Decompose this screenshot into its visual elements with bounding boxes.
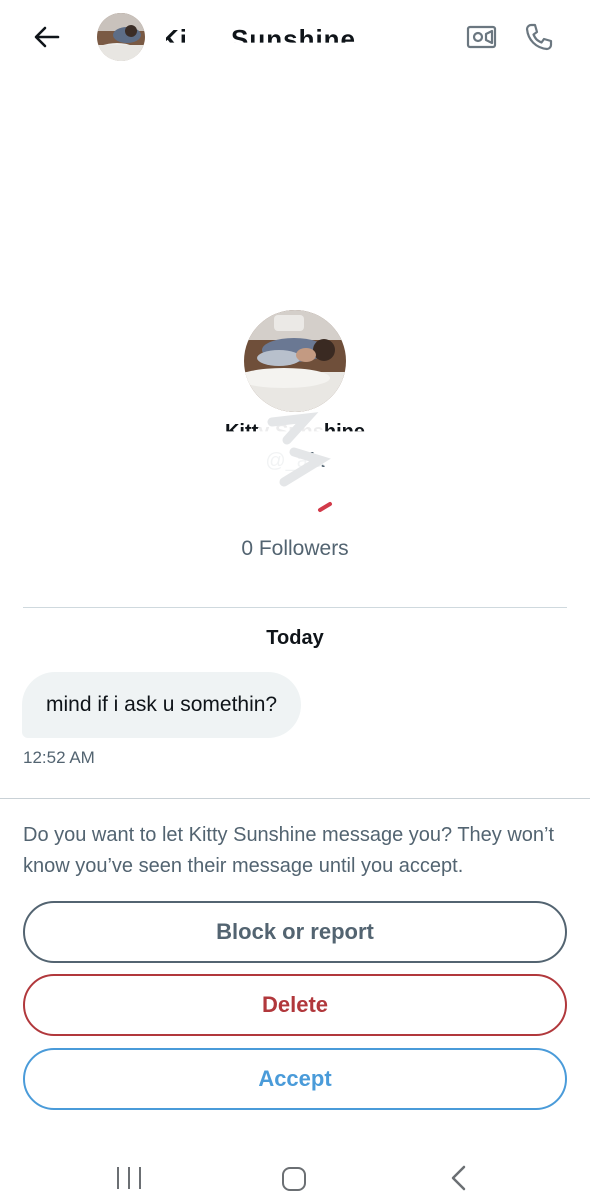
top-bar: Kitty Sunshine (0, 0, 590, 78)
avatar-photo (97, 13, 145, 61)
followers-count: 0 Followers (241, 537, 349, 560)
delete-label: Delete (261, 992, 329, 1017)
accept-button[interactable]: Accept (23, 1048, 567, 1110)
message-text: mind if i ask u somethin? (46, 693, 278, 716)
nav-back-icon[interactable] (447, 1164, 471, 1192)
accept-label: Accept (258, 1066, 332, 1091)
message-timestamp: 12:52 AM (23, 748, 95, 767)
dm-request-screen: Kitty Sunshine Kitty Sunshine @_afa 0 Fo… (0, 0, 590, 1199)
system-nav-bar (0, 1150, 590, 1199)
home-icon[interactable] (282, 1167, 306, 1191)
message-request-prompt: Do you want to let Kitty Sunshine messag… (23, 824, 555, 877)
profile-photo (244, 310, 346, 412)
date-separator: Today (266, 627, 324, 649)
divider (23, 607, 567, 608)
profile-avatar[interactable] (244, 310, 346, 412)
message-bubble[interactable]: mind if i ask u somethin? (22, 672, 302, 738)
divider (0, 798, 590, 799)
block-or-report-label: Block or report (216, 919, 374, 944)
avatar[interactable] (97, 13, 145, 61)
profile-handle: @_afa (265, 450, 325, 472)
delete-button[interactable]: Delete (23, 974, 567, 1036)
profile-name: Kitty Sunshine (224, 421, 365, 443)
video-call-button[interactable] (464, 20, 500, 54)
back-button[interactable] (30, 20, 64, 54)
phone-icon (525, 23, 553, 51)
arrow-left-icon (34, 26, 60, 48)
phone-call-button[interactable] (521, 19, 557, 55)
conversation-title[interactable]: Kitty Sunshine (160, 26, 356, 43)
video-call-icon (466, 25, 497, 49)
block-or-report-button[interactable]: Block or report (23, 901, 567, 963)
recents-icon[interactable] (117, 1167, 141, 1189)
